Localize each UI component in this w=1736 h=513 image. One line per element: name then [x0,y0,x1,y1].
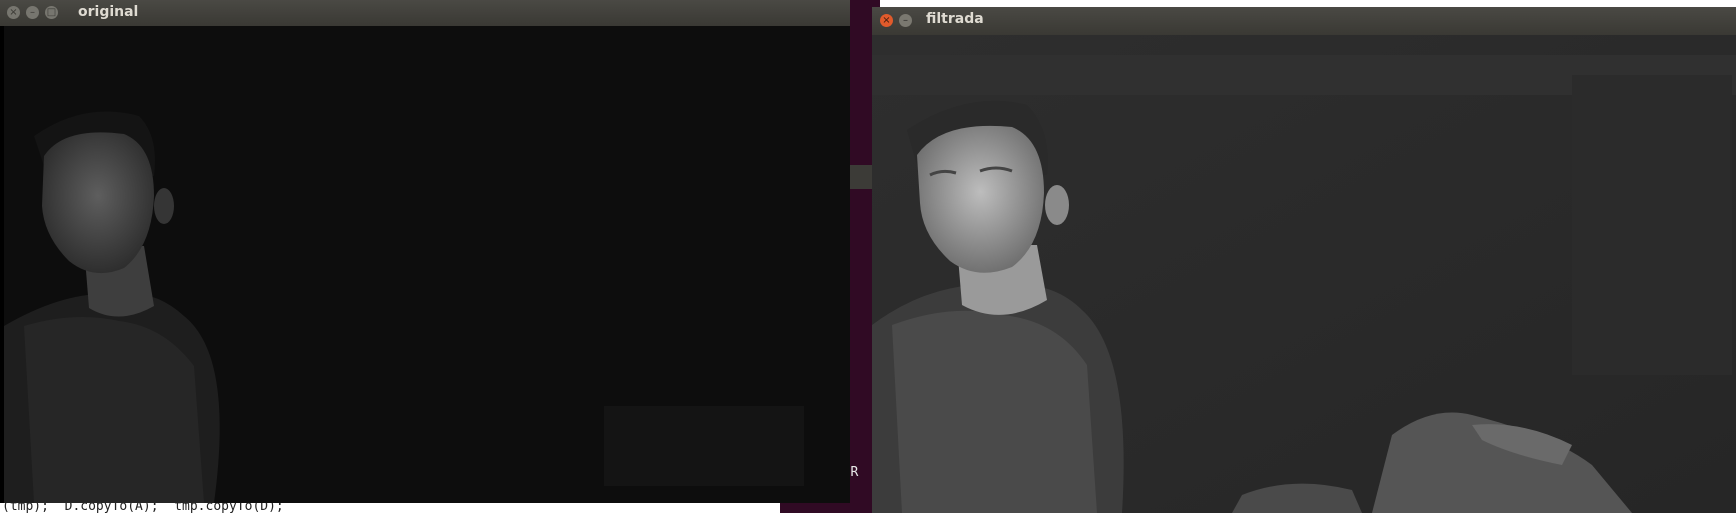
window-filtrada[interactable]: × – filtrada [872,7,1736,513]
maximize-button[interactable]: □ [45,6,58,19]
minimize-icon: – [30,7,35,18]
close-icon: × [9,7,18,18]
filtrada-image-view [872,35,1736,513]
maximize-icon: □ [46,7,57,18]
close-button[interactable]: × [880,14,893,27]
window-title: filtrada [926,11,984,27]
minimize-button[interactable]: – [899,14,912,27]
minimize-button[interactable]: – [26,6,39,19]
filtered-webcam-frame [872,35,1736,513]
window-titlebar[interactable]: × – □ original [0,0,850,26]
original-webcam-frame [4,26,850,503]
original-image-view [4,26,850,503]
window-original[interactable]: × – □ original [0,0,850,503]
window-title: original [78,4,139,20]
close-icon: × [882,15,891,26]
minimize-icon: – [903,15,908,26]
close-button[interactable]: × [7,6,20,19]
window-titlebar[interactable]: × – filtrada [872,7,1736,35]
